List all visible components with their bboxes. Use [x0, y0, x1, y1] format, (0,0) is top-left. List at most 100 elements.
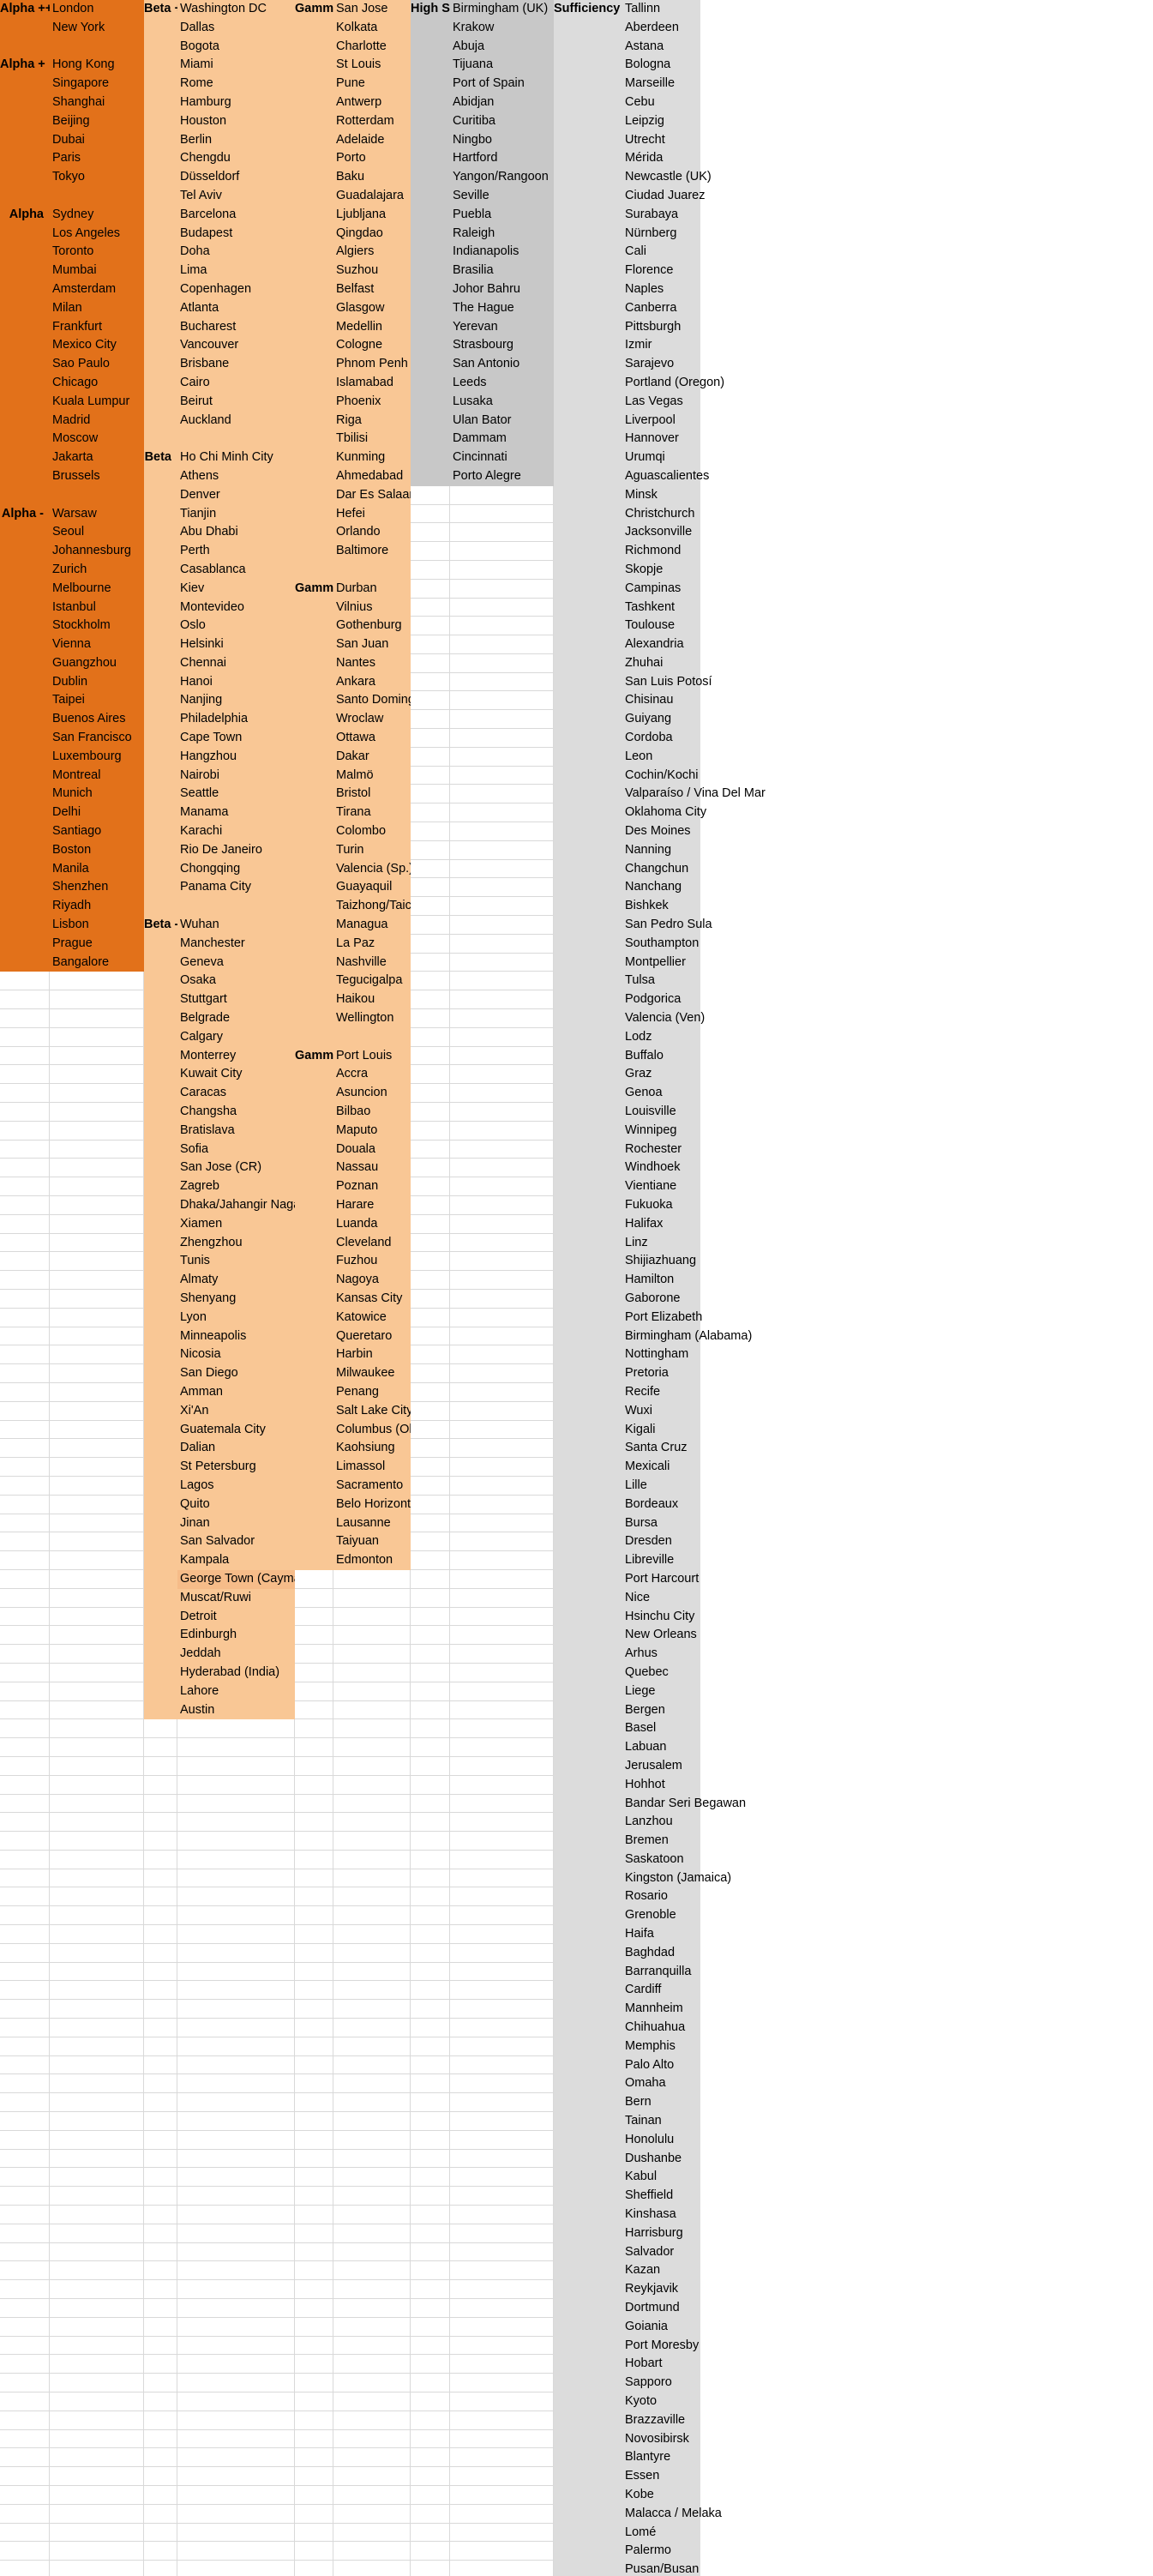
- alpha-column-empty-city: [50, 2093, 144, 2113]
- city-item: Malmö: [333, 766, 411, 785]
- gamma-column-empty-label: [295, 1663, 333, 1682]
- city-item: Honolulu: [622, 2130, 700, 2150]
- city-item: Wellington: [333, 1009, 411, 1028]
- high-sufficiency-column-label-blank: [411, 243, 450, 262]
- high-sufficiency-column-empty-label: [411, 2206, 450, 2224]
- sufficiency-column-label-blank: [554, 1009, 622, 1028]
- sufficiency-column-label-blank: [554, 2261, 622, 2281]
- city-item: Shijiazhuang: [622, 1252, 700, 1272]
- city-item: Nantes: [333, 653, 411, 673]
- alpha-column-label-blank: [0, 766, 50, 785]
- alpha-column-empty-label: [0, 1382, 50, 1402]
- sufficiency-column-label-blank: [554, 355, 622, 374]
- high-sufficiency-column-empty-city: [450, 1009, 554, 1028]
- beta-column-empty-label: [144, 2374, 177, 2392]
- alpha-column-empty-label: [0, 1981, 50, 2001]
- high-sufficiency-column-empty-label: [411, 729, 450, 748]
- alpha-column-empty-label: [0, 2000, 50, 2019]
- group-label-high-sufficiency: High Sufficiency: [411, 0, 508, 19]
- gamma-column-empty-city: [333, 2168, 411, 2188]
- gamma-column-empty-city: [333, 1832, 411, 1851]
- high-sufficiency-column-empty-city: [450, 2542, 554, 2561]
- sufficiency-column-label-blank: [554, 598, 622, 617]
- gamma-column-label-blank: [295, 186, 333, 206]
- high-sufficiency-column-empty-city: [450, 1943, 554, 1963]
- alpha-column-cities: London New York Hong Kong Singapore Shanghai…: [50, 0, 144, 2576]
- gamma-column-empty-label: [295, 1700, 333, 1720]
- city-item: Luanda: [333, 1214, 411, 1234]
- city-item: Gothenburg: [333, 617, 411, 636]
- sufficiency-column-label-blank: [554, 1943, 622, 1963]
- alpha-column-empty-city: [50, 1626, 144, 1646]
- high-sufficiency-column-empty-label: [411, 2019, 450, 2037]
- group-label-gamma: Gamma -: [295, 1046, 348, 1066]
- beta-column-label-blank: [144, 1271, 177, 1290]
- beta-column-empty-label: [144, 2168, 177, 2188]
- gamma-column-empty-city: [333, 1645, 411, 1664]
- high-sufficiency-column-empty-label: [411, 2336, 450, 2356]
- high-sufficiency-column-empty-city: [450, 1532, 554, 1552]
- city-item: Puebla: [450, 205, 554, 225]
- city-item: Douala: [333, 1140, 411, 1159]
- sufficiency-column-label-blank: [554, 1719, 622, 1739]
- alpha-column-empty-city: [50, 1046, 144, 1066]
- beta-column-label-blank: [144, 1382, 177, 1402]
- high-sufficiency-column-empty-city: [450, 2037, 554, 2056]
- city-item: Colombo: [333, 822, 411, 841]
- sufficiency-column-label-blank: [554, 1607, 622, 1627]
- sufficiency-column-label-blank: [554, 2523, 622, 2543]
- city-item: Orlando: [333, 523, 411, 543]
- sufficiency-column-label-blank: [554, 1551, 622, 1570]
- sufficiency-column-label-blank: [554, 1382, 622, 1402]
- alpha-column-label-blank: [0, 878, 50, 898]
- gamma-column-label-blank: [295, 336, 333, 356]
- city-item: San Pedro Sula: [622, 916, 712, 935]
- alpha-column-empty-label: [0, 1327, 50, 1346]
- city-item: Limassol: [333, 1458, 411, 1477]
- beta-column-label-blank: [144, 523, 177, 543]
- city-item: Sarajevo: [622, 355, 700, 374]
- city-item: Xi'An: [177, 1401, 295, 1421]
- high-sufficiency-column-empty-city: [450, 2206, 554, 2224]
- high-sufficiency-column-empty-city: [450, 1420, 554, 1440]
- gamma-column-label-blank: [295, 448, 333, 467]
- alpha-column-empty-label: [0, 1084, 50, 1104]
- city-item: Salvador: [622, 2242, 700, 2262]
- beta-column-label-blank: [144, 1289, 177, 1309]
- gamma-column-label-blank: [295, 18, 333, 38]
- city-item: Bremen: [622, 1832, 700, 1851]
- alpha-column-empty-city: [50, 2130, 144, 2150]
- sufficiency-column-label-blank: [554, 448, 622, 467]
- gamma-column-label-blank: [295, 1382, 333, 1402]
- gamma-column-empty-city: [333, 2542, 411, 2561]
- beta-column-empty-city: [177, 2299, 295, 2318]
- high-sufficiency-column-empty-city: [450, 653, 554, 673]
- gamma-column-label-blank: [295, 1458, 333, 1477]
- alpha-column-empty-label: [0, 1588, 50, 1608]
- high-sufficiency-column-empty-city: [450, 2130, 554, 2150]
- sufficiency-column-label-blank: [554, 2037, 622, 2056]
- high-sufficiency-column-empty-label: [411, 2374, 450, 2392]
- alpha-column-label-blank: [0, 542, 50, 561]
- city-item: Berlin: [177, 130, 295, 150]
- alpha-column-label-blank: [0, 262, 50, 280]
- beta-column-empty-city: [177, 1943, 295, 1963]
- city-item: Dar Es Salaam: [333, 485, 420, 505]
- high-sufficiency-column-empty-label: [411, 1532, 450, 1552]
- beta-column-label-blank: [144, 1252, 177, 1272]
- high-sufficiency-column-empty-label: [411, 1271, 450, 1290]
- city-item: Buffalo: [622, 1046, 700, 1066]
- city-item: Libreville: [622, 1551, 700, 1570]
- alpha-column-labels: Alpha ++ Alpha + Alpha Alpha -: [0, 0, 52, 2576]
- city-item: Ankara: [333, 672, 411, 692]
- city-item: Ulan Bator: [450, 411, 554, 430]
- alpha-column-empty-city: [50, 2074, 144, 2094]
- city-item: Kigali: [622, 1420, 700, 1440]
- city-item: Strasbourg: [450, 336, 554, 356]
- high-sufficiency-column-empty-label: [411, 2467, 450, 2486]
- high-sufficiency-column-empty-city: [450, 1551, 554, 1570]
- beta-column-empty-city: [177, 2130, 295, 2150]
- alpha-column-label-blank: [0, 822, 50, 841]
- high-sufficiency-column-empty-label: [411, 635, 450, 654]
- alpha-column-empty-label: [0, 1140, 50, 1159]
